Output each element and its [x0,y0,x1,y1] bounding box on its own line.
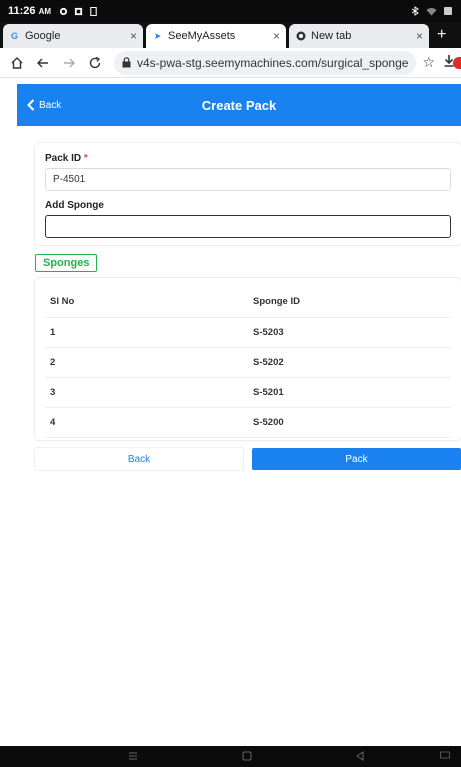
android-nav-bar [0,746,461,767]
browser-tab-strip: G Google × ➤ SeeMyAssets × New tab × + [0,22,461,48]
battery-icon [444,7,452,15]
reload-icon[interactable] [84,56,106,70]
home-square-icon[interactable] [242,751,252,761]
required-mark: * [83,153,88,164]
cell-sl-no: 3 [50,387,56,398]
browser-tab-google[interactable]: G Google × [3,24,143,48]
tab-label: New tab [311,30,352,42]
tab-label: Google [25,30,61,42]
pack-button[interactable]: Pack [252,448,461,470]
header-back-label: Back [39,99,62,111]
table-row: 1 S-5203 [45,318,451,348]
pack-form-card: Pack ID * P-4501 Add Sponge [35,143,461,245]
sponge-table: Sl No Sponge ID 1 S-5203 2 S-5202 3 S-52… [35,278,461,440]
page-title: Create Pack [201,97,277,113]
column-header-sl-no: Sl No [50,296,75,307]
close-icon[interactable]: × [273,29,280,43]
chrome-icon [295,31,306,42]
settings-icon [59,7,68,15]
app-header: Back Create Pack [17,84,461,126]
cell-sl-no: 4 [50,417,56,428]
pack-id-field[interactable]: P-4501 [45,168,451,191]
close-icon[interactable]: × [416,29,423,43]
menu-icon[interactable] [128,751,138,761]
sim-icon [90,6,97,16]
lock-icon [122,57,131,68]
column-header-sponge-id: Sponge ID [253,296,300,307]
header-back-button[interactable]: Back [17,99,61,111]
seemyassets-icon: ➤ [153,30,162,41]
browser-tab-new[interactable]: New tab × [289,24,429,48]
table-row: 2 S-5202 [45,348,451,378]
profile-avatar[interactable] [453,57,461,69]
keyboard-icon[interactable] [440,751,450,759]
status-time: 11:26 AM [8,5,52,17]
sponges-badge: Sponges [35,254,98,272]
back-triangle-icon[interactable] [355,751,365,761]
chevron-left-icon [27,99,35,111]
bookmark-star-icon[interactable]: ☆ [422,54,435,71]
status-bar: 11:26 AM [0,0,461,22]
tab-label: SeeMyAssets [168,30,236,42]
home-icon[interactable] [6,56,28,70]
cell-sl-no: 1 [50,327,56,338]
pack-id-label: Pack ID * [45,153,88,164]
back-arrow-icon[interactable] [32,56,54,70]
url-field[interactable]: v4s-pwa-stg.seemymachines.com/surgical_s… [114,50,417,75]
cell-sponge-id: S-5202 [253,357,284,368]
close-icon[interactable]: × [130,29,137,43]
notification-icon [74,7,83,15]
forward-arrow-icon[interactable] [58,56,80,70]
cell-sponge-id: S-5200 [253,417,284,428]
google-icon: G [10,31,18,41]
cell-sponge-id: S-5201 [253,387,284,398]
cell-sponge-id: S-5203 [253,327,284,338]
wifi-icon [426,7,437,15]
table-row: 3 S-5201 [45,378,451,408]
cell-sl-no: 2 [50,357,56,368]
browser-tab-seemyassets[interactable]: ➤ SeeMyAssets × [146,24,286,48]
url-text: v4s-pwa-stg.seemymachines.com/surgical_s… [137,55,409,70]
table-header-row: Sl No Sponge ID [45,286,451,318]
add-sponge-input[interactable] [45,215,451,238]
add-sponge-label: Add Sponge [45,200,104,211]
bluetooth-icon [411,6,419,16]
new-tab-icon[interactable]: + [437,26,446,44]
address-bar: v4s-pwa-stg.seemymachines.com/surgical_s… [0,48,461,78]
back-button[interactable]: Back [35,448,243,470]
table-row: 4 S-5200 [45,408,451,438]
